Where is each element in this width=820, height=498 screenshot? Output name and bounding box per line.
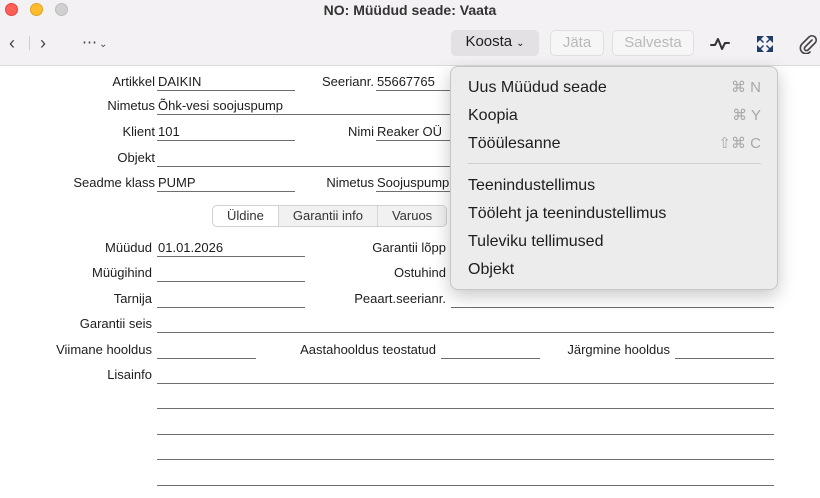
seerianr-label: Seerianr.	[321, 74, 374, 89]
ostuhind-label: Ostuhind	[393, 265, 446, 280]
tab-uldine[interactable]: Üldine	[213, 206, 278, 226]
activity-icon[interactable]	[710, 34, 730, 54]
muudud-label: Müüdud	[105, 240, 152, 255]
back-button[interactable]: ‹	[9, 32, 15, 54]
jargmine-hooldus-label: Järgmine hooldus	[567, 342, 670, 357]
seadme-klass-field[interactable]: PUMP	[157, 175, 295, 192]
chevron-down-icon: ⌄	[99, 39, 108, 50]
muugihind-field[interactable]	[157, 265, 305, 282]
menu-item-tooleht-ja-teenindustellimus[interactable]: Tööleht ja teenindustellimus	[468, 204, 761, 224]
menu-item-uus-muudud-seade[interactable]: Uus Müüdud seade ⌘ N	[468, 78, 761, 98]
menu-item-tooulesanne[interactable]: Tööülesanne ⇧⌘ C	[468, 134, 761, 154]
viimane-hooldus-field[interactable]	[157, 342, 256, 359]
klient-field[interactable]: 101	[157, 124, 295, 141]
nimetus-label: Nimetus	[107, 98, 155, 113]
jargmine-hooldus-field[interactable]	[675, 342, 774, 359]
lisainfo-line	[157, 469, 774, 486]
nimi-label: Nimi	[348, 124, 374, 139]
menu-item-shortcut: ⌘ N	[731, 79, 761, 96]
lisainfo-line	[157, 418, 774, 435]
objekt-field[interactable]	[157, 150, 450, 167]
menu-item-objekt[interactable]: Objekt	[468, 260, 761, 280]
tarnija-field[interactable]	[157, 291, 305, 308]
paperclip-icon[interactable]	[798, 34, 818, 54]
artikkel-field[interactable]: DAIKIN	[157, 74, 295, 91]
menu-item-label: Uus Müüdud seade	[468, 79, 607, 96]
nav-divider	[29, 36, 30, 50]
nimi-field[interactable]: Reaker OÜ	[376, 124, 450, 141]
koosta-button[interactable]: Koosta ⌄	[451, 30, 539, 56]
tarnija-label: Tarnija	[113, 291, 152, 306]
garantii-seis-label: Garantii seis	[79, 316, 152, 331]
window-titlebar: NO: Müüdud seade: Vaata ‹ › ⋯ ⌄ Koosta ⌄ J…	[0, 0, 820, 66]
menu-item-tuleviku-tellimused[interactable]: Tuleviku tellimused	[468, 232, 761, 252]
aastahooldus-field[interactable]	[441, 342, 540, 359]
window-title: NO: Müüdud seade: Vaata	[323, 2, 497, 18]
tab-bar: Üldine Garantii info Varuos	[212, 205, 448, 227]
menu-item-shortcut: ⇧⌘ C	[718, 135, 761, 152]
salvesta-button[interactable]: Salvesta	[612, 30, 694, 56]
artikkel-label: Artikkel	[112, 74, 155, 89]
menu-item-shortcut: ⌘ Y	[732, 107, 761, 124]
menu-separator	[468, 163, 761, 164]
menu-item-label: Koopia	[468, 107, 518, 124]
garantii-seis-field[interactable]	[157, 316, 774, 333]
peaart-seerianr-label: Peaart.seerianr.	[354, 291, 446, 306]
more-actions-button[interactable]: ⋯ ⌄	[82, 33, 107, 51]
aastahooldus-label: Aastahooldus teostatud	[300, 342, 436, 357]
nimetus2-label: Nimetus	[326, 175, 374, 190]
jata-button[interactable]: Jäta	[550, 30, 604, 56]
menu-item-label: Teenindustellimus	[468, 177, 596, 194]
nimetus-field[interactable]: Õhk-vesi soojuspump	[157, 98, 450, 115]
chevron-down-icon: ⌄	[516, 38, 525, 49]
lisainfo-line	[157, 443, 774, 460]
viimane-hooldus-label: Viimane hooldus	[56, 342, 152, 357]
peaart-seerianr-field[interactable]	[451, 291, 774, 308]
muugihind-label: Müügihind	[92, 265, 152, 280]
tab-varuosad[interactable]: Varuos	[376, 206, 446, 226]
menu-item-label: Tööleht ja teenindustellimus	[468, 205, 667, 222]
menu-item-koopia[interactable]: Koopia ⌘ Y	[468, 106, 761, 126]
klient-label: Klient	[122, 124, 155, 139]
ellipsis-circle-icon: ⋯	[82, 34, 97, 51]
lisainfo-line	[157, 392, 774, 409]
menu-item-label: Objekt	[468, 261, 515, 278]
menu-item-teenindustellimus[interactable]: Teenindustellimus	[468, 176, 761, 196]
forward-button[interactable]: ›	[40, 32, 46, 54]
koosta-dropdown-menu: Uus Müüdud seade ⌘ N Koopia ⌘ Y Tööülesa…	[450, 66, 778, 290]
seerianr-field[interactable]: 55667765	[376, 74, 450, 91]
koosta-label: Koosta	[465, 33, 513, 50]
muudud-field[interactable]: 01.01.2026	[157, 240, 305, 257]
lisainfo-label: Lisainfo	[107, 367, 152, 382]
expand-icon[interactable]	[755, 34, 775, 54]
menu-item-label: Tööülesanne	[468, 135, 561, 152]
garantii-lopp-label: Garantii lõpp	[372, 240, 446, 255]
tab-garantii-info[interactable]: Garantii info	[277, 206, 377, 226]
objekt-label: Objekt	[117, 150, 155, 165]
nimetus2-field[interactable]: Soojuspump	[376, 175, 450, 192]
lisainfo-line	[157, 367, 774, 384]
seadme-klass-label: Seadme klass	[73, 175, 155, 190]
menu-item-label: Tuleviku tellimused	[468, 233, 604, 250]
